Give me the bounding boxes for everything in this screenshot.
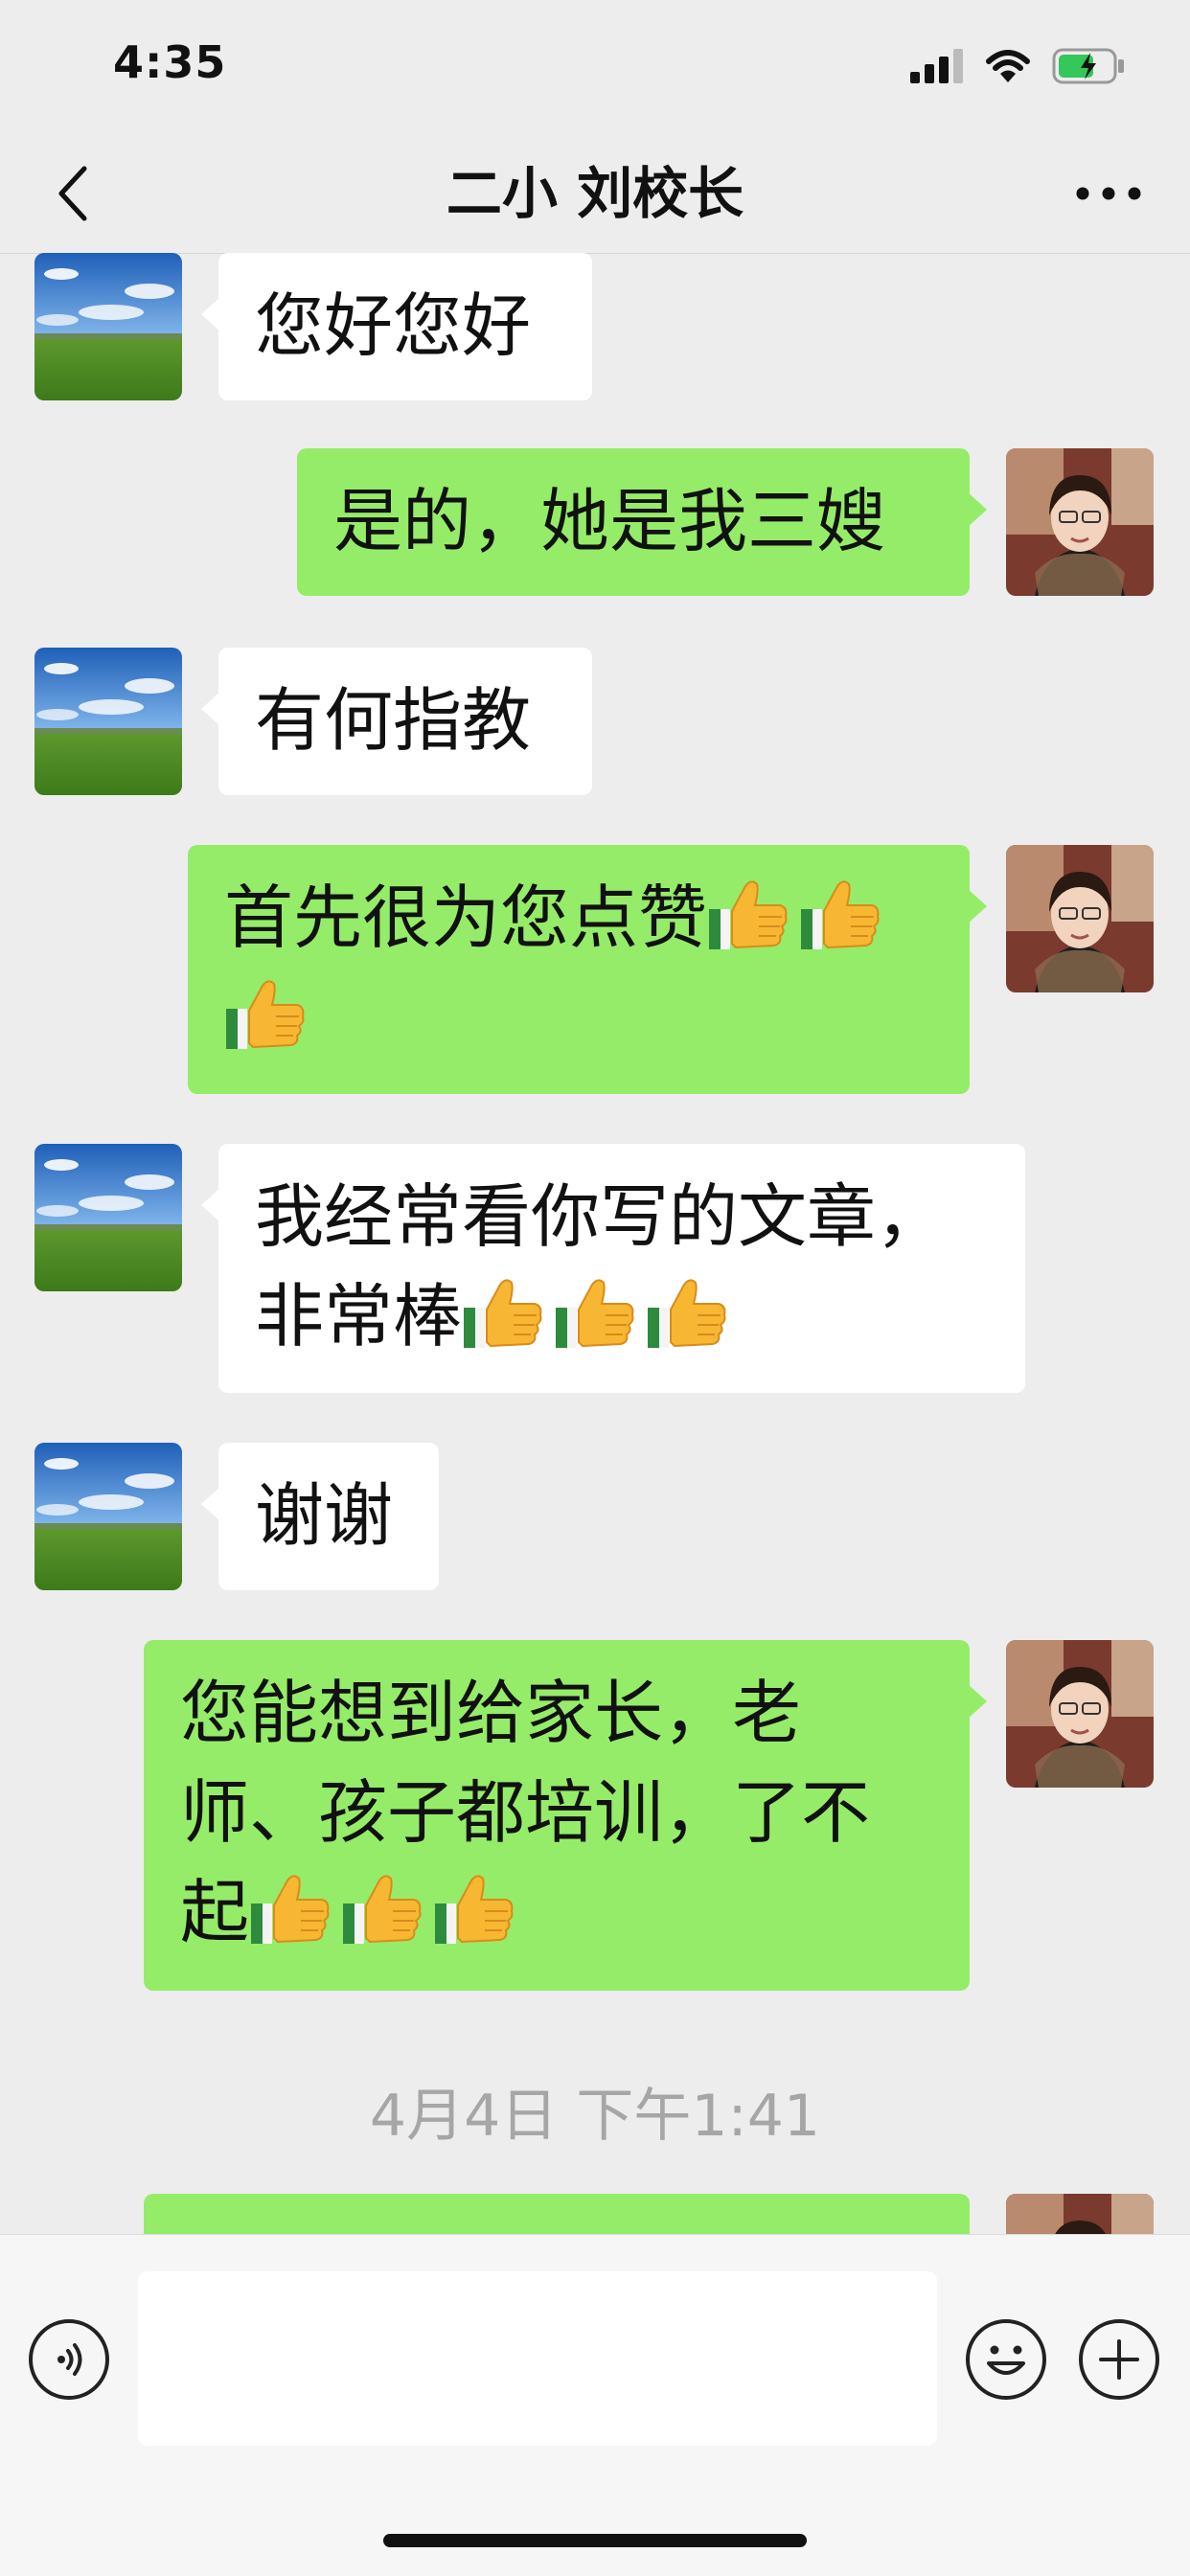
more-actions-button[interactable]	[1079, 2319, 1159, 2400]
status-icons	[910, 42, 1127, 90]
voice-button[interactable]	[29, 2319, 109, 2400]
my-avatar[interactable]	[1006, 1640, 1154, 1788]
thumbs-up-emoji	[554, 1275, 636, 1350]
signal-icon	[910, 49, 963, 83]
my-avatar[interactable]	[1006, 845, 1154, 992]
message-bubble-outgoing[interactable]: 是的，她是我三嫂	[297, 448, 987, 596]
my-avatar[interactable]	[1006, 2194, 1154, 2234]
chat-timestamp: 4月4日 下午1:41	[369, 2083, 821, 2150]
emoji-icon	[987, 2345, 1025, 2375]
message-text: 谢谢	[255, 1475, 394, 1556]
plus-icon	[1099, 2339, 1139, 2380]
message-bubble-incoming[interactable]: 我经常看你写的文章，非常棒	[201, 1144, 1025, 1393]
message-bubble-incoming[interactable]: 您好您好	[201, 253, 592, 400]
thumbs-up-emoji	[707, 877, 790, 951]
status-bar: 4:35	[0, 0, 1190, 134]
input-bar	[0, 2234, 1190, 2576]
message-bubble-incoming[interactable]: 有何指教	[201, 648, 592, 795]
message-input[interactable]	[138, 2271, 937, 2446]
status-time: 4:35	[113, 36, 227, 88]
message-text: 首先很为您点赞	[224, 878, 708, 958]
more-button[interactable]	[1065, 155, 1152, 232]
my-avatar[interactable]	[1006, 448, 1154, 596]
message-bubble-outgoing[interactable]	[144, 2194, 970, 2234]
contact-avatar[interactable]	[34, 1144, 182, 1291]
nav-bar: 二小 刘校长	[0, 134, 1190, 254]
battery-icon	[1052, 48, 1124, 84]
message-text: 有何指教	[255, 680, 532, 761]
wifi-icon	[986, 50, 1030, 82]
thumbs-up-emoji	[249, 1871, 332, 1946]
more-dots-icon	[1076, 187, 1141, 200]
thumbs-up-emoji	[646, 1275, 728, 1350]
chat-title: 二小 刘校长	[446, 161, 744, 226]
thumbs-up-emoji	[462, 1275, 544, 1350]
emoji-button[interactable]	[966, 2319, 1046, 2400]
message-bubble-outgoing[interactable]: 您能想到给家长，老师、孩子都培训，了不起	[144, 1640, 987, 1991]
home-indicator[interactable]	[383, 2534, 807, 2547]
contact-avatar[interactable]	[34, 648, 182, 795]
contact-avatar[interactable]	[34, 1443, 182, 1590]
thumbs-up-emoji	[433, 1871, 515, 1946]
thumbs-up-emoji	[224, 976, 307, 1051]
thumbs-up-emoji	[341, 1871, 423, 1946]
thumbs-up-emoji	[799, 877, 881, 951]
message-text: 是的，她是我三嫂	[333, 481, 886, 561]
contact-avatar[interactable]	[34, 253, 182, 400]
message-text: 您好您好	[255, 285, 532, 366]
voice-icon	[57, 2343, 82, 2376]
message-bubble-incoming[interactable]: 谢谢	[201, 1443, 439, 1590]
chat-area[interactable]: 您好您好 是的，她是我三嫂 有何指教 首先很为您点赞 我经常看你写的文章，非常棒…	[0, 253, 1190, 2234]
message-bubble-outgoing[interactable]: 首先很为您点赞	[188, 845, 987, 1094]
